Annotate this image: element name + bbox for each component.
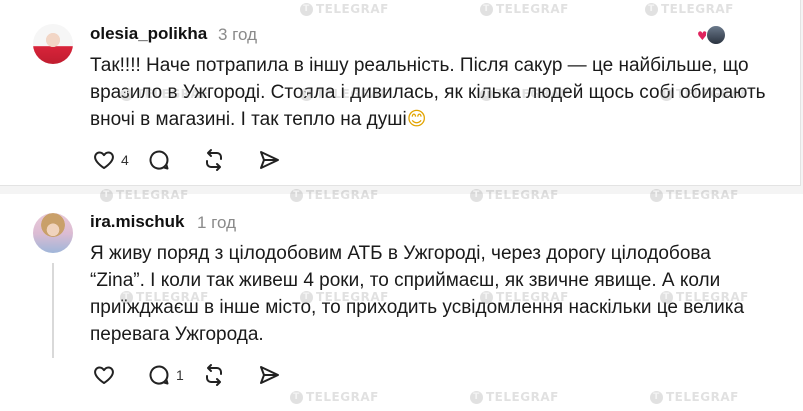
avatar[interactable] bbox=[33, 24, 73, 64]
reply-button[interactable] bbox=[147, 147, 202, 173]
heart-icon bbox=[94, 151, 114, 169]
repost-icon bbox=[206, 364, 222, 386]
comment-username[interactable]: olesia_polikha bbox=[90, 24, 207, 44]
comment-text: Я живу поряд з цілодобовим АТБ в Ужгород… bbox=[90, 243, 745, 345]
like-button[interactable] bbox=[92, 362, 147, 388]
comment-text: Так!!!! Наче потрапила в іншу реальність… bbox=[90, 52, 790, 133]
avatar[interactable] bbox=[33, 213, 73, 253]
comment-username[interactable]: ira.mischuk bbox=[90, 212, 185, 232]
thread-line bbox=[52, 263, 54, 358]
author-avatar bbox=[706, 25, 726, 45]
share-icon bbox=[260, 366, 279, 384]
comment-icon bbox=[149, 150, 169, 170]
reply-count: 1 bbox=[176, 367, 184, 383]
repost-button[interactable] bbox=[202, 362, 257, 388]
smile-emoji: 😊 bbox=[406, 108, 427, 130]
share-button[interactable] bbox=[257, 362, 312, 388]
heart-icon bbox=[94, 366, 114, 384]
like-button[interactable]: 4 bbox=[92, 147, 147, 173]
comment-body: Так!!!! Наче потрапила в іншу реальність… bbox=[90, 55, 766, 130]
share-button[interactable] bbox=[257, 147, 312, 173]
comment-actions: 1 bbox=[92, 362, 312, 388]
comment-actions: 4 bbox=[92, 147, 312, 173]
comment-time: 1 год bbox=[197, 213, 237, 232]
comment-icon bbox=[149, 365, 169, 385]
comment-time: 3 год bbox=[218, 25, 258, 44]
like-count: 4 bbox=[121, 152, 129, 168]
repost-icon bbox=[206, 149, 222, 171]
comment-card-1: olesia_polikha 3 год ♥ Так!!!! Наче потр… bbox=[0, 0, 801, 186]
repost-button[interactable] bbox=[202, 147, 257, 173]
author-liked-badge: ♥ bbox=[697, 25, 729, 45]
reply-button[interactable]: 1 bbox=[147, 362, 202, 388]
share-icon bbox=[260, 151, 279, 169]
